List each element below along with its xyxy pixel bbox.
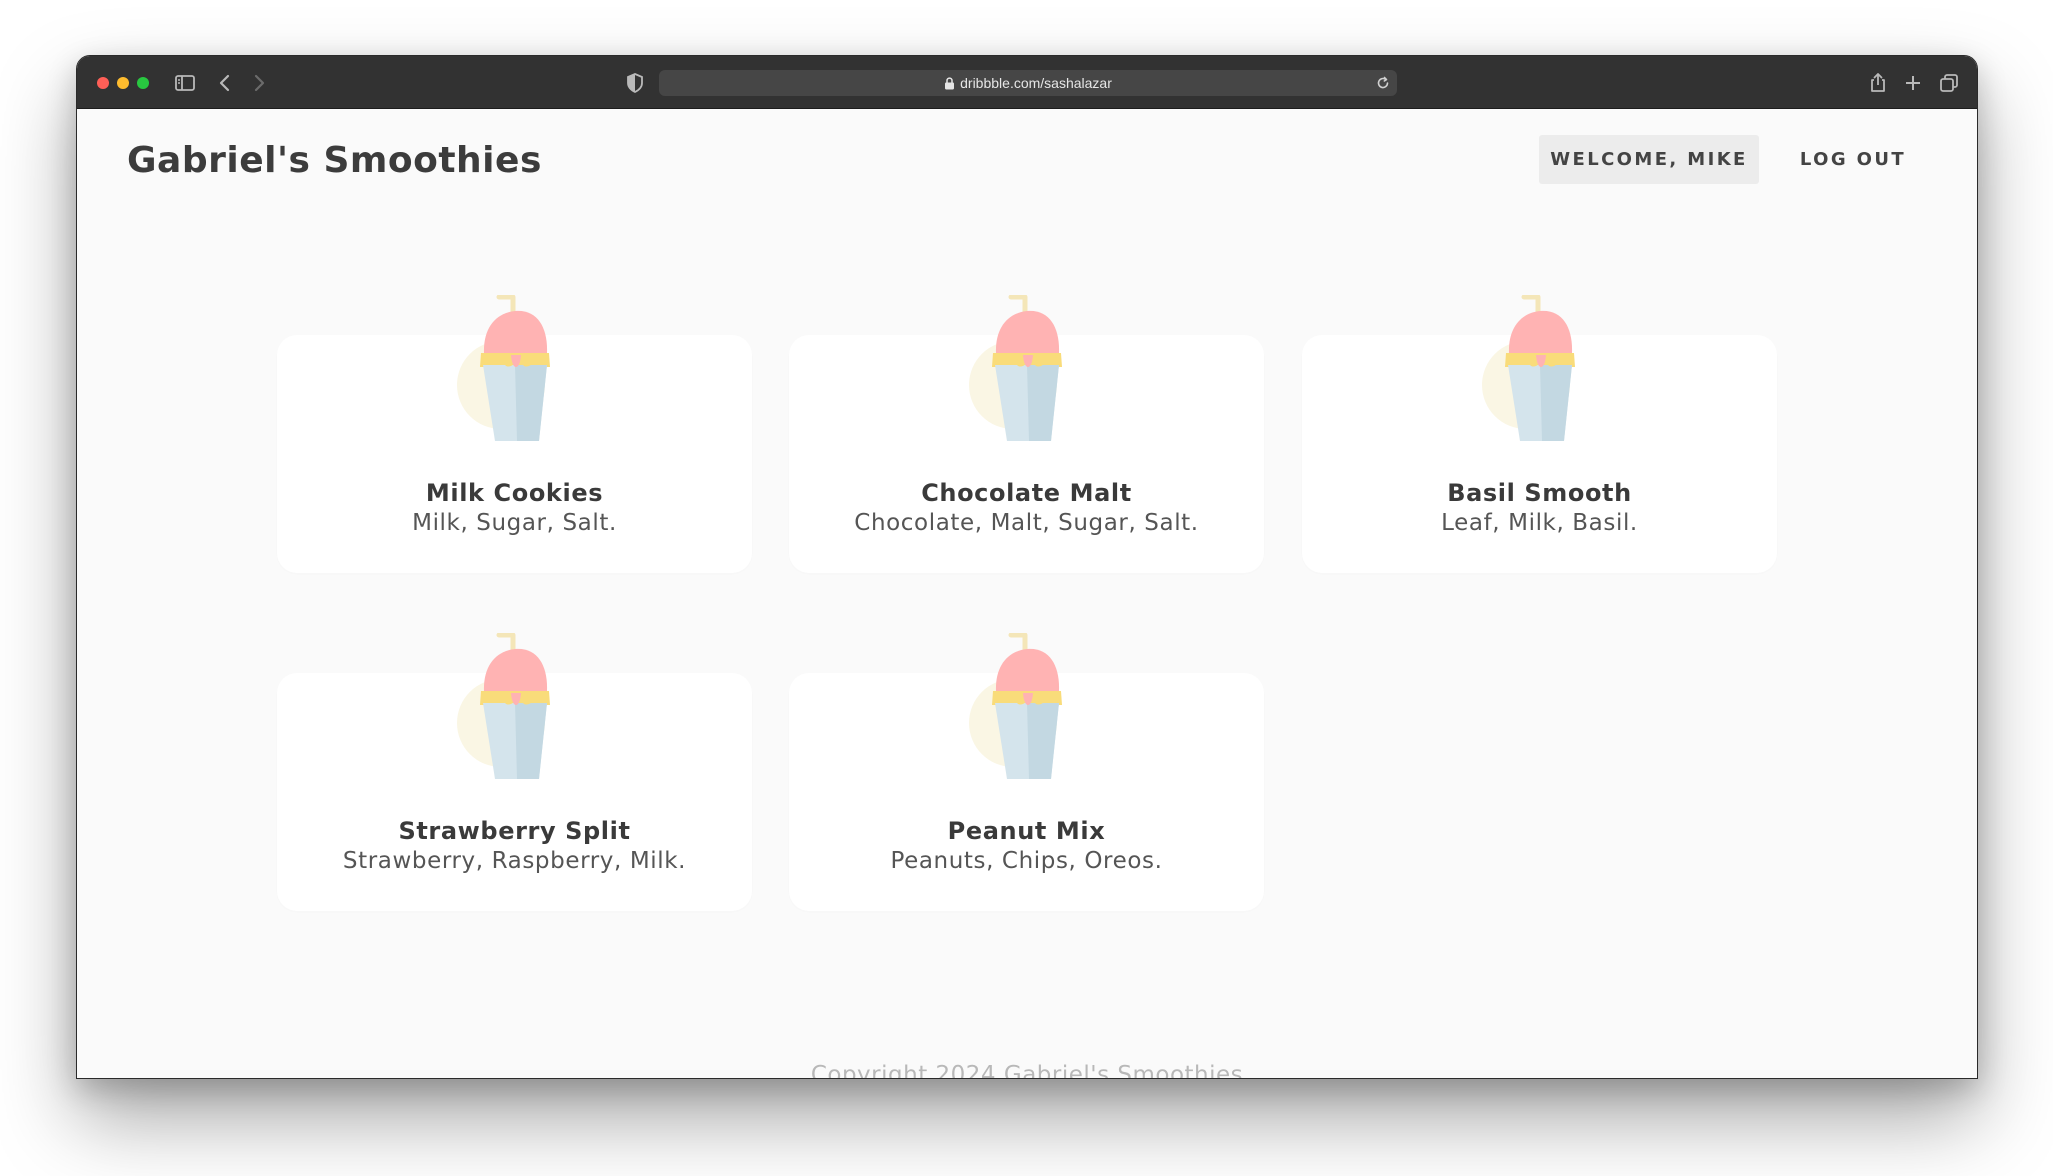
- back-icon[interactable]: [213, 71, 237, 95]
- forward-icon[interactable]: [247, 71, 271, 95]
- product-name: Basil Smooth: [1447, 479, 1632, 507]
- footer-copyright: Copyright 2024 Gabriel's Smoothies: [810, 1062, 1244, 1079]
- smoothie-cup-icon: [969, 295, 1062, 441]
- product-name: Peanut Mix: [947, 817, 1106, 845]
- product-card[interactable]: Peanut Mix Peanuts, Chips, Oreos.: [789, 633, 1264, 911]
- address-bar[interactable]: dribbble.com/sashalazar: [659, 70, 1397, 96]
- product-name: Strawberry Split: [398, 817, 631, 845]
- product-ingredients: Leaf, Milk, Basil.: [1441, 510, 1638, 536]
- zoom-window-button[interactable]: [137, 77, 149, 89]
- smoothie-cup-icon: [457, 633, 550, 779]
- sidebar-toggle-icon[interactable]: [173, 71, 197, 95]
- new-tab-icon[interactable]: [1901, 71, 1925, 95]
- product-ingredients: Peanuts, Chips, Oreos.: [890, 848, 1163, 874]
- product-ingredients: Milk, Sugar, Salt.: [412, 510, 617, 536]
- minimize-window-button[interactable]: [117, 77, 129, 89]
- smoothie-cup-icon: [457, 295, 550, 441]
- product-ingredients: Strawberry, Raspberry, Milk.: [342, 848, 687, 874]
- smoothie-cup-icon: [969, 633, 1062, 779]
- product-card[interactable]: Strawberry Split Strawberry, Raspberry, …: [277, 633, 752, 911]
- site-title[interactable]: Gabriel's Smoothies: [127, 140, 542, 181]
- product-card[interactable]: Basil Smooth Leaf, Milk, Basil.: [1302, 295, 1777, 573]
- close-window-button[interactable]: [97, 77, 109, 89]
- product-name: Milk Cookies: [425, 479, 604, 507]
- product-name: Chocolate Malt: [921, 479, 1132, 507]
- welcome-user-button[interactable]: WELCOME, MIKE: [1539, 135, 1759, 184]
- privacy-shield-icon[interactable]: [623, 71, 647, 95]
- browser-toolbar: dribbble.com/sashalazar: [77, 56, 1977, 109]
- product-ingredients: Chocolate, Malt, Sugar, Salt.: [854, 510, 1199, 536]
- screenshot-stage: dribbble.com/sashalazar Gabriel's Smooth…: [0, 0, 2053, 1176]
- product-card[interactable]: Chocolate Malt Chocolate, Malt, Sugar, S…: [789, 295, 1264, 573]
- share-icon[interactable]: [1866, 71, 1890, 95]
- product-card[interactable]: Milk Cookies Milk, Sugar, Salt.: [277, 295, 752, 573]
- smoothie-cup-icon: [1482, 295, 1575, 441]
- page-content: Gabriel's Smoothies WELCOME, MIKE LOG OU…: [77, 110, 1977, 1079]
- browser-window: dribbble.com/sashalazar Gabriel's Smooth…: [76, 55, 1978, 1079]
- tab-overview-icon[interactable]: [1937, 71, 1961, 95]
- reload-icon[interactable]: [1375, 75, 1391, 91]
- logout-button[interactable]: LOG OUT: [1783, 135, 1923, 184]
- address-url: dribbble.com/sashalazar: [960, 75, 1112, 91]
- lock-icon: [945, 76, 955, 89]
